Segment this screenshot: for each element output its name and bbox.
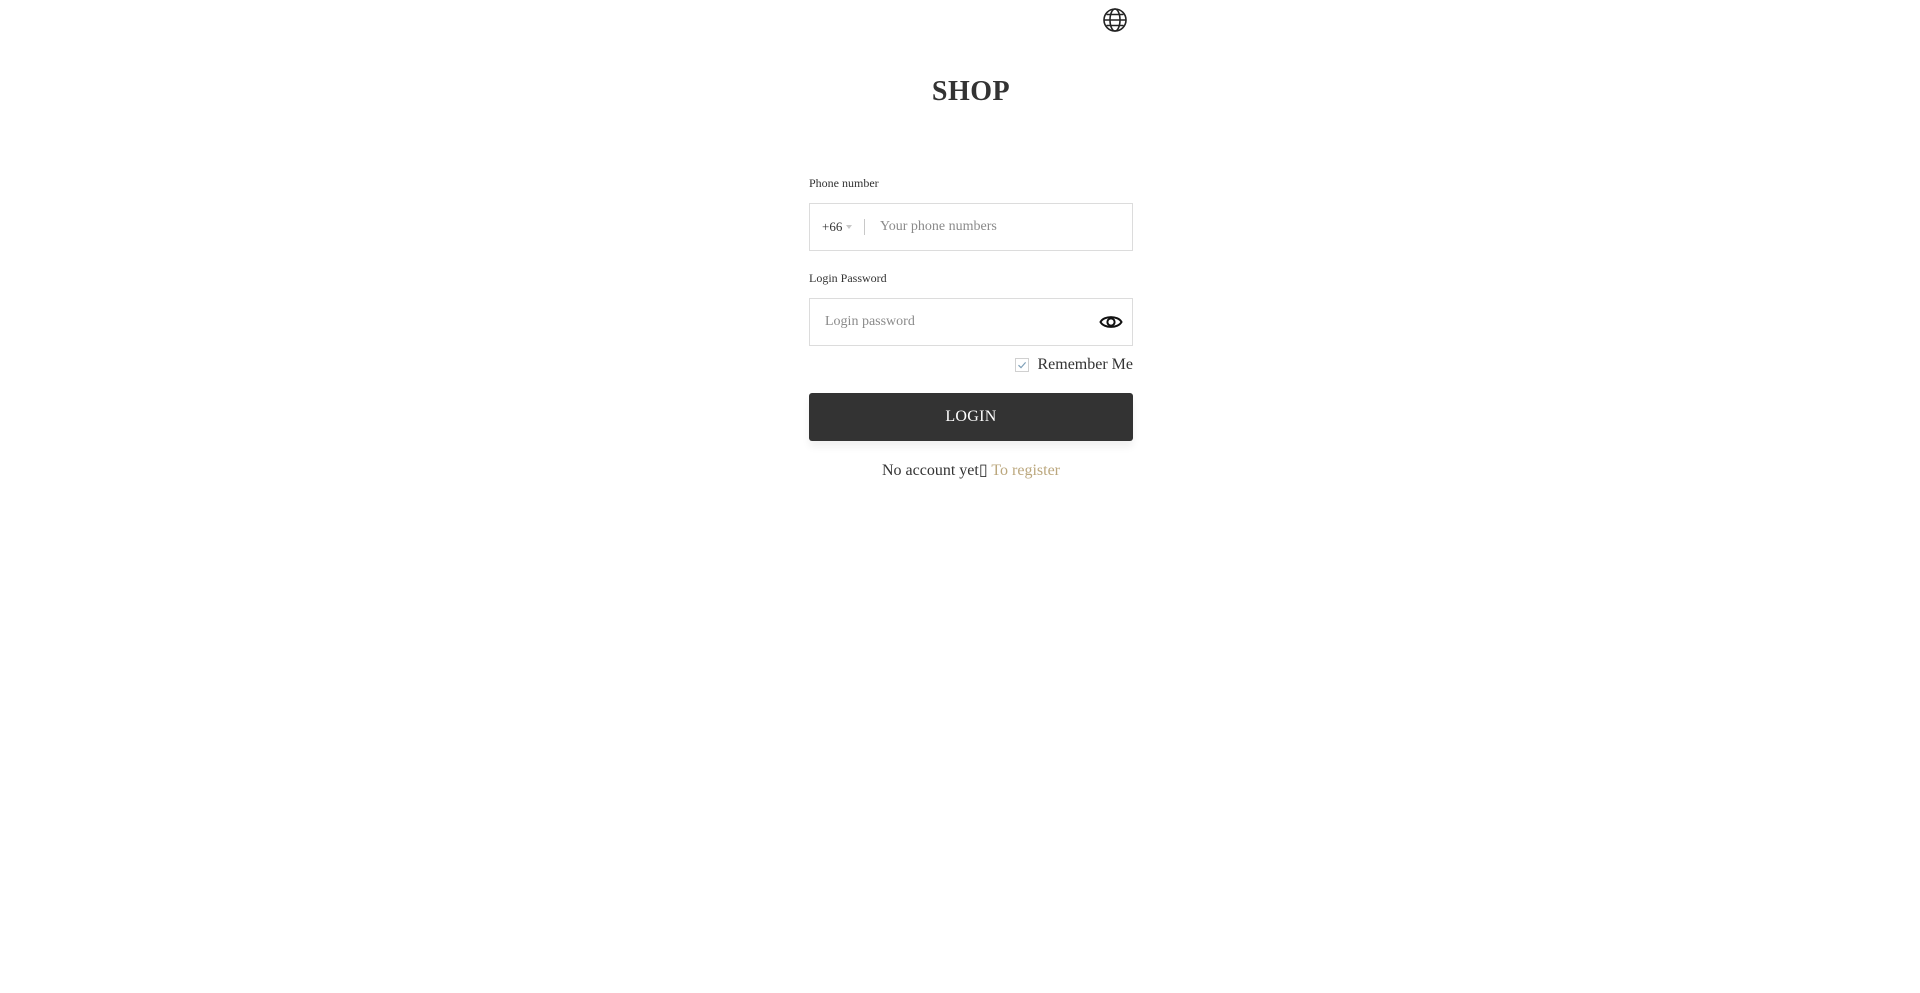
password-label: Login Password [809,271,887,285]
login-button[interactable]: LOGIN [809,393,1133,441]
phone-input[interactable] [880,204,1120,250]
phone-label: Phone number [809,176,879,190]
password-field [809,298,1133,346]
page-title: SHOP [931,76,1011,107]
phone-field: +66 [809,203,1133,251]
remember-me-checkbox[interactable] [1015,358,1030,372]
password-input[interactable] [825,299,1085,345]
language-switcher-button[interactable] [1102,7,1128,33]
register-prompt-text: No account yet [881,462,979,479]
field-divider [864,219,865,235]
eye-icon [1099,316,1123,328]
chevron-down-icon [846,225,853,229]
toggle-password-visibility-button[interactable] [1099,311,1123,333]
check-icon [1018,362,1027,369]
remember-me-toggle[interactable]: Remember Me [1015,355,1133,375]
missing-glyph-icon: ▯ [978,462,988,479]
register-link[interactable]: To register [991,462,1060,479]
remember-me-label: Remember Me [1037,356,1133,373]
country-code-value: +66 [822,219,843,234]
globe-icon [1103,8,1127,32]
login-page: SHOP Phone number +66 Login Password [0,0,1920,993]
register-prompt-line: No account yet▯ To register [809,461,1133,481]
country-code-selector[interactable]: +66 [822,204,853,250]
